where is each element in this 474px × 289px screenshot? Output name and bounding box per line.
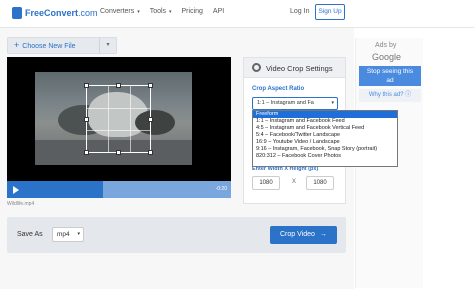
top-header: FreeConvert.com Converters ▾ Tools ▾ Pri… [0, 0, 474, 28]
dropdown-option[interactable]: Freeform [253, 111, 397, 118]
dropdown-option[interactable]: 4:5 – Instagram and Facebook Vertical Fe… [253, 125, 397, 132]
chevron-down-icon: ▾ [137, 9, 140, 15]
crop-grid-line [130, 86, 131, 152]
nav-pricing[interactable]: Pricing [182, 8, 203, 15]
crop-handle-bottom-left[interactable] [84, 150, 89, 155]
stop-seeing-ad-button[interactable]: Stop seeing this ad [359, 66, 421, 86]
video-filename: Wildlife.mp4 [7, 201, 35, 207]
choose-new-file-button[interactable]: + Choose New File [8, 38, 100, 53]
why-this-ad-button[interactable]: Why this ad? ⓘ [359, 89, 421, 102]
playback-progress[interactable] [7, 181, 103, 198]
crop-selection-box[interactable] [84, 83, 153, 155]
nav-converters[interactable]: Converters ▾ [100, 8, 140, 15]
crop-grid-line [108, 86, 109, 152]
logo-light-text: .com [78, 8, 98, 18]
choose-file-group: + Choose New File ▾ [7, 37, 117, 54]
height-input[interactable]: 1080 [306, 176, 334, 190]
aspect-ratio-select[interactable]: 1:1 – Instagram and Fa ▾ [252, 97, 338, 110]
google-label: Google [372, 52, 402, 62]
chevron-down-icon: ▾ [77, 231, 80, 237]
plus-icon: + [14, 40, 20, 50]
crop-video-button[interactable]: Crop Video → [270, 226, 337, 244]
freeconvert-logo[interactable]: FreeConvert.com [12, 7, 98, 19]
dropdown-option[interactable]: 820:312 – Facebook Cover Photos [253, 153, 397, 160]
crop-handle-top-left[interactable] [84, 83, 89, 88]
player-controls: -0:20 [7, 181, 231, 198]
save-as-label: Save As [17, 231, 43, 238]
dropdown-option[interactable]: 5:4 – Facebook/Twitter Landscape [253, 132, 397, 139]
dropdown-option[interactable]: 1:1 – Instagram and Facebook Feed [253, 118, 397, 125]
logo-icon [12, 7, 22, 19]
settings-header: Video Crop Settings [244, 58, 345, 78]
aspect-ratio-label: Crop Aspect Ratio [252, 86, 305, 92]
arrow-right-icon: → [319, 231, 327, 238]
main-nav: Converters ▾ Tools ▾ Pricing API [100, 8, 224, 15]
crop-handle-top[interactable] [116, 83, 121, 88]
ads-by-label: Ads by [375, 42, 397, 49]
chevron-down-icon: ▾ [331, 100, 334, 106]
login-link[interactable]: Log In [290, 8, 309, 15]
crop-grid-line [87, 108, 150, 109]
nav-tools[interactable]: Tools ▾ [150, 8, 172, 15]
crop-grid-line [87, 130, 150, 131]
gear-icon [252, 63, 261, 72]
logo-bold-text: FreeConvert [25, 8, 79, 18]
dropdown-option[interactable]: 9:16 – Instagram, Facebook, Snap Story (… [253, 146, 397, 153]
signup-button[interactable]: Sign Up [315, 4, 345, 20]
crop-handle-bottom[interactable] [116, 150, 121, 155]
crop-handle-right[interactable] [148, 117, 153, 122]
crop-handle-left[interactable] [84, 117, 89, 122]
output-bar: Save As mp4 ▾ Crop Video → [7, 217, 346, 253]
dimension-separator: X [292, 179, 297, 185]
settings-title: Video Crop Settings [266, 64, 333, 73]
output-format-select[interactable]: mp4 ▾ [52, 227, 84, 242]
upload-options-dropdown[interactable]: ▾ [99, 38, 116, 53]
time-remaining: -0:20 [215, 186, 227, 192]
crop-handle-top-right[interactable] [148, 83, 153, 88]
aspect-ratio-dropdown: Freeform 1:1 – Instagram and Facebook Fe… [252, 110, 398, 167]
dropdown-option[interactable]: 16:9 – Youtube Video / Landscape [253, 139, 397, 146]
nav-api[interactable]: API [213, 8, 224, 15]
crop-handle-bottom-right[interactable] [148, 150, 153, 155]
chevron-down-icon: ▾ [169, 9, 172, 15]
playback-remaining[interactable] [103, 181, 231, 198]
play-icon[interactable] [13, 186, 19, 194]
width-input[interactable]: 1080 [252, 176, 280, 190]
